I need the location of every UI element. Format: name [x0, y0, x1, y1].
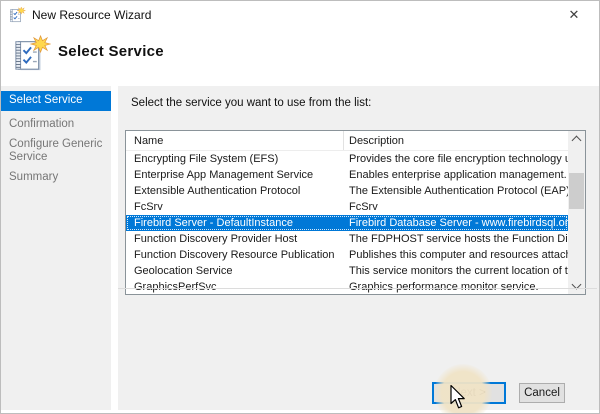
service-description-cell: FcSrv	[344, 201, 568, 213]
service-description-cell: This service monitors the current locati…	[344, 265, 568, 277]
service-description-cell: The Extensible Authentication Protocol (…	[344, 185, 568, 197]
cancel-button-label: Cancel	[524, 387, 560, 399]
window-title: New Resource Wizard	[32, 8, 151, 22]
service-row[interactable]: Geolocation Service This service monitor…	[126, 263, 568, 279]
page-title: Select Service	[58, 43, 164, 60]
vertical-scrollbar[interactable]	[568, 131, 585, 294]
service-name-cell: Extensible Authentication Protocol	[126, 185, 344, 197]
service-row[interactable]: Encrypting File System (EFS) Provides th…	[126, 151, 568, 167]
service-row[interactable]: Enterprise App Management Service Enable…	[126, 167, 568, 183]
service-description-cell: Enables enterprise application managemen…	[344, 169, 568, 181]
service-description-cell: Provides the core file encryption techno…	[344, 153, 568, 165]
service-row[interactable]: Function Discovery Resource Publication …	[126, 247, 568, 263]
service-name-cell: FcSrv	[126, 201, 344, 213]
service-name-cell: GraphicsPerfSvc	[126, 281, 344, 293]
wizard-steps-nav: Select Service Confirmation Configure Ge…	[1, 91, 111, 189]
service-name-cell: Function Discovery Resource Publication	[126, 249, 344, 261]
service-name-cell: Function Discovery Provider Host	[126, 233, 344, 245]
titlebar[interactable]: New Resource Wizard ✕	[1, 1, 599, 29]
footer-separator	[118, 288, 597, 289]
close-button[interactable]: ✕	[559, 3, 589, 27]
service-description-cell: Publishes this computer and resources at…	[344, 249, 568, 261]
service-description-cell: Graphics performance monitor service.	[344, 281, 568, 293]
new-resource-wizard-window: New Resource Wizard ✕ Select Service Sel…	[0, 0, 600, 414]
service-row[interactable]: Extensible Authentication Protocol The E…	[126, 183, 568, 199]
scrollbar-thumb[interactable]	[569, 173, 584, 209]
sidebar-item-summary[interactable]: Summary	[1, 169, 111, 187]
service-row[interactable]: Function Discovery Provider Host The FDP…	[126, 231, 568, 247]
sidebar-item-confirmation[interactable]: Confirmation	[1, 116, 111, 134]
sidebar-item-configure-generic-service[interactable]: Configure Generic Service	[1, 136, 111, 167]
sidebar-divider	[111, 86, 118, 410]
next-button[interactable]: Next >	[432, 382, 506, 404]
service-row[interactable]: FcSrv FcSrv	[126, 199, 568, 215]
service-list: Name Description Encrypting File System …	[125, 130, 586, 295]
sidebar-item-select-service[interactable]: Select Service	[1, 91, 111, 111]
wizard-content: Select the service you want to use from …	[118, 86, 600, 410]
scroll-up-button[interactable]	[568, 131, 585, 147]
service-description-cell: Firebird Database Server - www.firebirds…	[344, 217, 568, 229]
wizard-notebook-icon	[9, 7, 26, 23]
wizard-body: Select Service Confirmation Configure Ge…	[1, 86, 600, 410]
instruction-text: Select the service you want to use from …	[131, 97, 371, 109]
column-header-name[interactable]: Name	[126, 131, 344, 150]
service-name-cell: Enterprise App Management Service	[126, 169, 344, 181]
close-icon: ✕	[569, 7, 580, 23]
service-name-cell: Encrypting File System (EFS)	[126, 153, 344, 165]
next-button-label: Next >	[452, 387, 486, 399]
service-description-cell: The FDPHOST service hosts the Function D…	[344, 233, 568, 245]
service-rows: Encrypting File System (EFS) Provides th…	[126, 151, 568, 294]
scroll-down-button[interactable]	[568, 278, 585, 294]
wizard-page-icon	[13, 33, 51, 75]
service-list-header: Name Description	[126, 131, 568, 151]
chevron-up-icon	[572, 136, 582, 146]
service-name-cell: Firebird Server - DefaultInstance	[126, 217, 344, 229]
column-header-description[interactable]: Description	[344, 131, 568, 150]
service-row-selected[interactable]: Firebird Server - DefaultInstance Firebi…	[126, 215, 568, 231]
service-name-cell: Geolocation Service	[126, 265, 344, 277]
service-row[interactable]: GraphicsPerfSvc Graphics performance mon…	[126, 279, 568, 294]
cancel-button[interactable]: Cancel	[519, 383, 565, 403]
